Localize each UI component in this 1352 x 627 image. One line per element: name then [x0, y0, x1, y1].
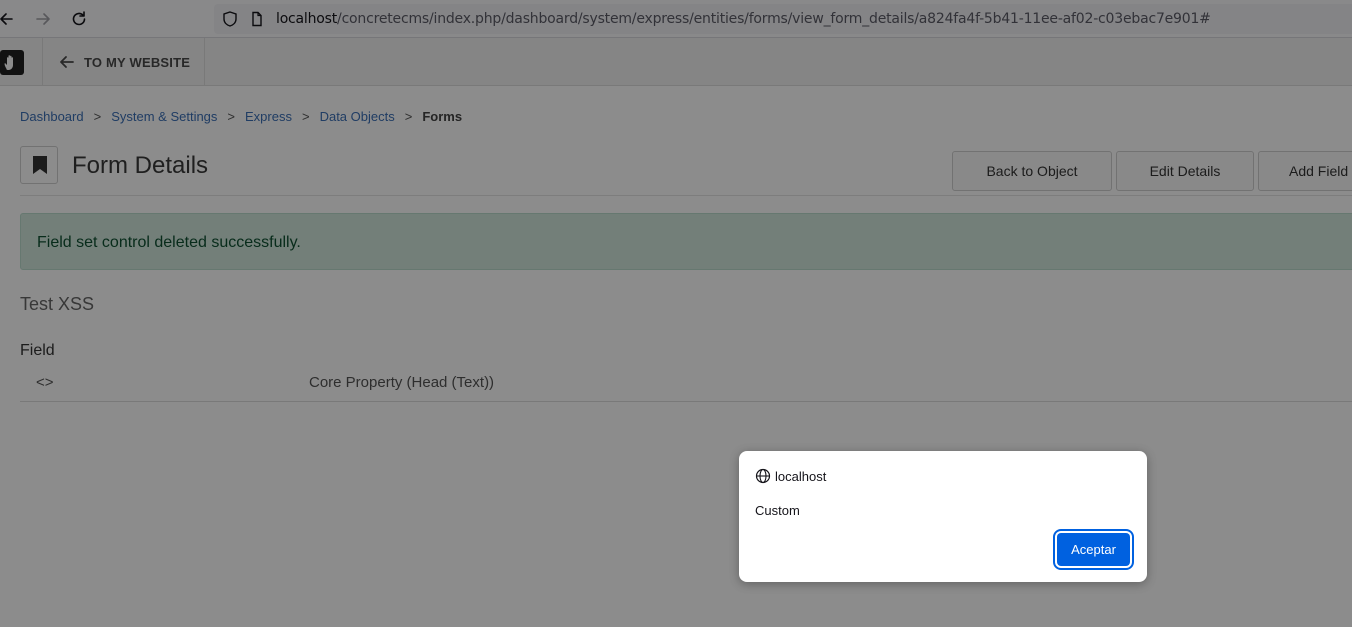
dialog-message: Custom	[755, 503, 800, 518]
dialog-origin-host: localhost	[775, 468, 827, 484]
alert-dialog: localhost Custom Aceptar	[739, 451, 1147, 582]
dialog-ok-button[interactable]: Aceptar	[1053, 529, 1134, 570]
dialog-origin: localhost	[755, 468, 826, 484]
globe-icon	[755, 468, 771, 484]
modal-overlay: localhost Custom Aceptar	[0, 0, 1352, 627]
